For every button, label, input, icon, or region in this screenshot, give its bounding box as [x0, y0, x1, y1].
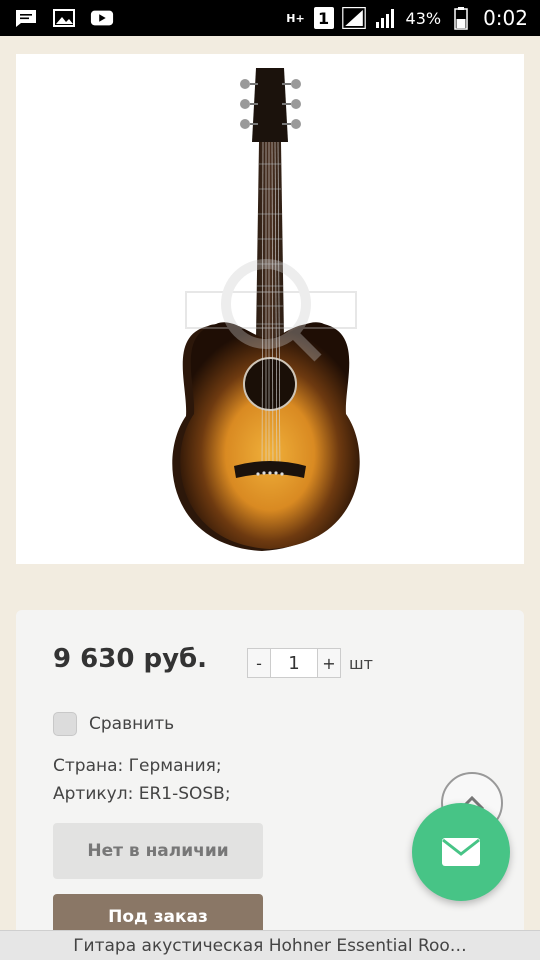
battery-percent: 43%: [405, 8, 442, 28]
clock: 0:02: [483, 6, 528, 30]
gallery-icon: [52, 8, 76, 28]
product-price: 9 630 руб.: [53, 644, 208, 674]
status-bar: H+ 1 43% 0:02: [0, 0, 540, 36]
product-article: Артикул: ER1-SOSB;: [53, 784, 231, 804]
sim-slot-badge: 1: [313, 7, 334, 29]
battery-icon: [449, 7, 473, 30]
quantity-stepper: - 1 + шт: [247, 648, 373, 678]
message-icon: [14, 8, 38, 28]
product-country: Страна: Германия;: [53, 756, 222, 776]
compare-label: Сравнить: [89, 714, 175, 734]
quantity-input[interactable]: 1: [271, 648, 317, 678]
compare-toggle[interactable]: Сравнить: [53, 712, 174, 736]
quantity-unit: шт: [349, 653, 373, 673]
quantity-increase-button[interactable]: +: [317, 648, 341, 678]
quantity-decrease-button[interactable]: -: [247, 648, 271, 678]
compare-checkbox[interactable]: [53, 712, 77, 736]
network-type-indicator: H+: [286, 11, 305, 25]
youtube-icon: [90, 8, 114, 28]
signal-bars-icon: [374, 8, 398, 28]
page-title: Гитара акустическая Hohner Essential Roo…: [73, 935, 467, 956]
out-of-stock-button[interactable]: Нет в наличии: [53, 823, 263, 879]
signal-icon: [341, 7, 366, 29]
mail-icon: [442, 838, 480, 866]
product-image-card[interactable]: [16, 54, 524, 564]
page-title-bar: Гитара акустическая Hohner Essential Roo…: [0, 930, 540, 960]
guitar-image: [172, 68, 360, 551]
contact-message-button[interactable]: [412, 803, 510, 901]
